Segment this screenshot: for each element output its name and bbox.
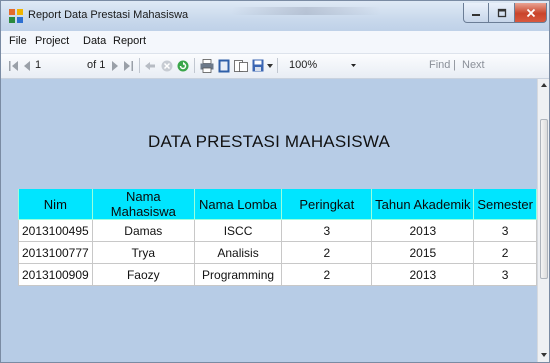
cell-semester: 3 [473,219,537,242]
chevron-down-icon[interactable] [267,64,273,68]
menu-project[interactable]: Project [35,35,69,47]
first-page-icon[interactable] [9,61,18,71]
zoom-value: 100% [289,59,318,71]
cell-nama-lomba: Programming [193,263,283,286]
table-row: 2013100495 Damas ISCC 3 2013 3 [18,219,537,242]
toolbar-separator [277,58,278,73]
menu-report[interactable]: Report [113,35,146,47]
vertical-scrollbar[interactable] [537,79,549,362]
window-title: Report Data Prestasi Mahasiswa [28,9,189,21]
chevron-down-icon [351,64,356,67]
cell-peringkat: 3 [281,219,373,242]
close-button[interactable] [515,3,547,23]
prev-page-icon[interactable] [23,61,30,71]
toolbar-separator [139,58,140,73]
scrollbar-thumb[interactable] [540,119,548,279]
print-layout-icon[interactable] [218,59,230,73]
menu-bar: File Project Data Report [1,31,549,54]
refresh-icon[interactable] [177,60,189,72]
table-header-row: Nim Nama Mahasiswa Nama Lomba Peringkat … [18,189,537,220]
title-blur [231,7,381,15]
current-page-input[interactable]: 1 [35,59,41,71]
minimize-button[interactable] [463,3,489,23]
zoom-select[interactable]: 100% [281,57,365,73]
cell-nama-mahasiswa: Trya [91,241,195,264]
cell-nama-lomba: Analisis [193,241,283,264]
cell-peringkat: 2 [281,241,373,264]
col-nama-lomba: Nama Lomba [193,189,283,220]
find-button[interactable]: Find [429,59,450,71]
next-button[interactable]: Next [462,59,485,71]
col-nim: Nim [18,189,93,220]
cell-nim: 2013100495 [18,219,93,242]
report-table: Nim Nama Mahasiswa Nama Lomba Peringkat … [18,189,537,286]
scroll-up-icon[interactable] [541,83,547,87]
col-tahun-akademik: Tahun Akademik [371,189,475,220]
cell-nama-mahasiswa: Damas [91,219,195,242]
minimize-icon [472,13,480,16]
col-peringkat: Peringkat [281,189,373,220]
page-count: of 1 [87,59,106,71]
cell-tahun-akademik: 2015 [371,241,475,264]
cell-semester: 2 [473,241,537,264]
app-icon [9,9,23,23]
col-semester: Semester [473,189,537,220]
report-title: DATA PRESTASI MAHASISWA [147,132,390,151]
maximize-button[interactable] [489,3,515,23]
cell-nim: 2013100777 [18,241,93,264]
menu-data[interactable]: Data [83,35,106,47]
find-divider: | [453,59,456,71]
cell-tahun-akademik: 2013 [371,219,475,242]
export-icon[interactable] [252,59,266,73]
page-setup-icon[interactable] [234,59,248,73]
cell-nama-lomba: ISCC [193,219,283,242]
close-icon [526,8,535,17]
title-bar[interactable]: Report Data Prestasi Mahasiswa [1,1,549,31]
toolbar-separator [194,58,195,73]
report-viewer[interactable]: DATA PRESTASI MAHASISWA Nim Nama Mahasis… [1,79,537,362]
back-icon[interactable] [145,61,155,71]
report-toolbar: 1 of 1 100% Find | Next [1,54,549,79]
col-nama-mahasiswa: Nama Mahasiswa [91,189,195,220]
print-icon[interactable] [200,59,214,73]
cell-tahun-akademik: 2013 [371,263,475,286]
last-page-icon[interactable] [124,61,133,71]
table-row: 2013100909 Faozy Programming 2 2013 3 [18,263,537,286]
stop-icon[interactable] [161,60,173,72]
table-row: 2013100777 Trya Analisis 2 2015 2 [18,241,537,264]
menu-file[interactable]: File [9,35,27,47]
report-window: Report Data Prestasi Mahasiswa File Proj… [0,0,550,363]
scroll-down-icon[interactable] [541,353,547,357]
cell-nim: 2013100909 [18,263,93,286]
cell-nama-mahasiswa: Faozy [91,263,195,286]
cell-semester: 3 [473,263,537,286]
next-page-icon[interactable] [112,61,119,71]
maximize-icon [497,8,506,17]
cell-peringkat: 2 [281,263,373,286]
